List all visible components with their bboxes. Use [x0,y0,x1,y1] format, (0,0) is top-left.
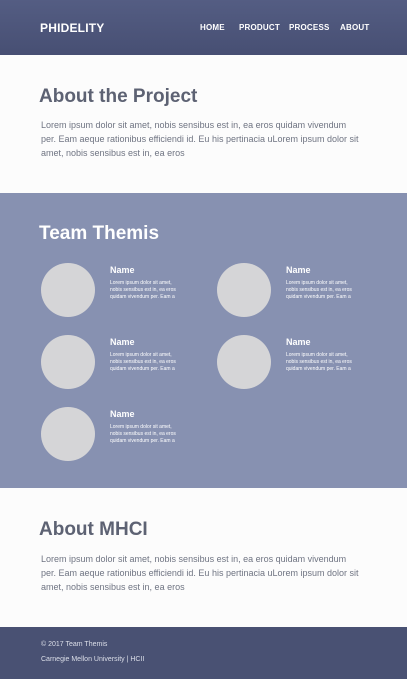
member-name: Name [110,409,135,419]
member-bio: Lorem ipsum dolor sit amet, nobis sensib… [110,424,176,444]
member-name: Name [286,337,311,347]
member-bio: Lorem ipsum dolor sit amet, nobis sensib… [286,352,352,372]
team-member-card: Name Lorem ipsum dolor sit amet, nobis s… [41,263,201,317]
footer-copyright: © 2017 Team Themis [41,641,108,648]
about-project-text: Lorem ipsum dolor sit amet, nobis sensib… [41,120,359,158]
member-avatar [41,407,95,461]
member-avatar [217,263,271,317]
member-name: Name [110,337,135,347]
top-navbar: PHIDELITY HOME PRODUCT PROCESS ABOUT [0,0,407,55]
member-avatar [41,335,95,389]
footer-affiliation: Carnegie Mellon University | HCII [41,656,145,663]
footer: © 2017 Team Themis Carnegie Mellon Unive… [0,627,407,679]
nav-product[interactable]: PRODUCT [239,23,280,32]
team-member-card: Name Lorem ipsum dolor sit amet, nobis s… [41,407,201,461]
team-member-card: Name Lorem ipsum dolor sit amet, nobis s… [41,335,201,389]
nav-process[interactable]: PROCESS [289,23,330,32]
member-bio: Lorem ipsum dolor sit amet, nobis sensib… [286,280,352,300]
team-member-card: Name Lorem ipsum dolor sit amet, nobis s… [217,335,377,389]
nav-about[interactable]: ABOUT [340,23,369,32]
about-project-heading: About the Project [39,86,198,107]
member-avatar [41,263,95,317]
about-mhci-text: Lorem ipsum dolor sit amet, nobis sensib… [41,554,359,592]
member-name: Name [286,265,311,275]
brand-logo[interactable]: PHIDELITY [40,21,104,35]
team-member-card: Name Lorem ipsum dolor sit amet, nobis s… [217,263,377,317]
member-bio: Lorem ipsum dolor sit amet, nobis sensib… [110,280,176,300]
about-mhci-heading: About MHCI [39,519,148,540]
team-section: Team Themis Name Lorem ipsum dolor sit a… [0,193,407,488]
nav-home[interactable]: HOME [200,23,225,32]
member-name: Name [110,265,135,275]
member-bio: Lorem ipsum dolor sit amet, nobis sensib… [110,352,176,372]
team-heading: Team Themis [39,223,160,244]
member-avatar [217,335,271,389]
